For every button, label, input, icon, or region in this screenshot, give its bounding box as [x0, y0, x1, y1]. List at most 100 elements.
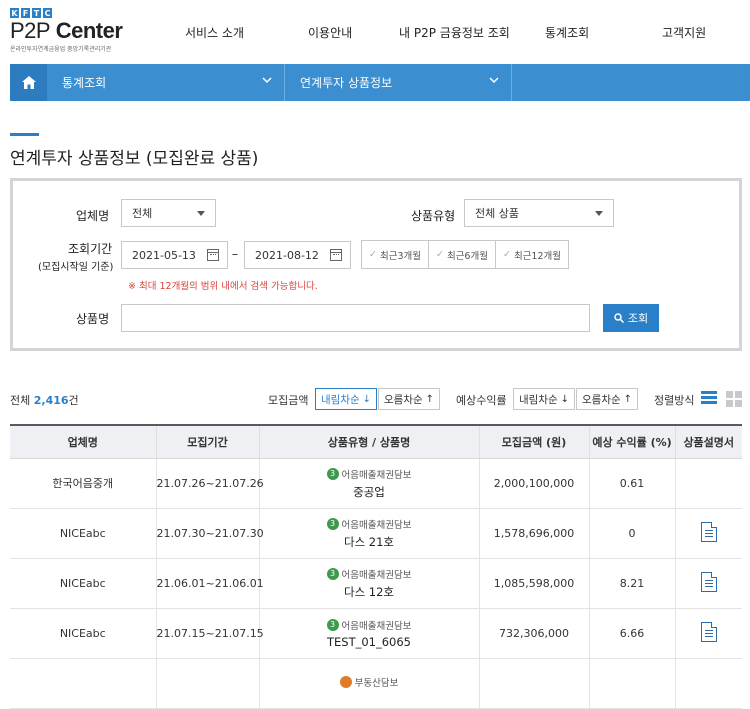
product-name[interactable]: TEST_01_6065: [260, 635, 479, 649]
type-badge-icon: [339, 675, 352, 688]
logo-subtitle: 온라인투자연계금융업 중앙기록관리기관: [10, 46, 112, 53]
search-icon: [614, 313, 624, 323]
amount-sort-asc-button[interactable]: 오름차순 ↑: [378, 388, 441, 410]
cell-period: 21.06.01~21.06.01: [155, 558, 264, 609]
cell-document: [674, 458, 742, 509]
check-icon: ✓: [502, 249, 511, 260]
nav-my-p2p-info[interactable]: 내 P2P 금융정보 조회: [399, 24, 510, 41]
cell-period: 21.07.26~21.07.26: [155, 458, 264, 509]
date-from-input[interactable]: 2021-05-13: [121, 241, 228, 269]
nav-customer-support[interactable]: 고객지원: [662, 24, 706, 41]
arrow-up-icon: ↑: [623, 393, 633, 405]
amount-sort-label: 모집금액: [268, 394, 309, 407]
table-header-row: 업체명 모집기간 상품유형 / 상품명 모집금액 (원) 예상 수익률 (%) …: [10, 424, 742, 459]
nav-statistics[interactable]: 통계조회: [545, 24, 589, 41]
company-label: 업체명: [76, 209, 110, 223]
result-toolbar: 전체 2,416건 모집금액 내림차순 ↓ 오름차순 ↑ 예상수익률 내림차순 ↓ 오…: [0, 388, 750, 412]
breadcrumb-menu-2[interactable]: 연계투자 상품정보: [285, 64, 512, 101]
company-select[interactable]: 전체: [121, 199, 216, 227]
quick-period-group: ✓ 최근3개월 ✓ 최근6개월 ✓ 최근12개월: [361, 240, 569, 269]
cell-yield: 8.21: [588, 558, 675, 609]
document-icon[interactable]: [700, 621, 717, 642]
product-name[interactable]: 다스 12호: [260, 584, 479, 600]
breadcrumb-menu-1[interactable]: 통계조회: [47, 64, 285, 101]
product-name[interactable]: 다스 21호: [260, 534, 479, 550]
cell-yield: 6.66: [588, 608, 675, 659]
cell-company: NICEabc: [10, 608, 156, 659]
cell-period: 21.07.15~21.07.15: [155, 608, 264, 659]
cell-yield: 0.61: [588, 458, 675, 509]
document-icon[interactable]: [700, 571, 717, 592]
kftc-logo-mark: KFTC: [10, 8, 52, 18]
site-header: KFTC P2P Center 온라인투자연계금융업 중앙기록관리기관 서비스 …: [0, 0, 750, 64]
cell-type-name: 3 어음매출채권담보 다스 21호: [258, 508, 479, 559]
type-number-badge: 3: [326, 618, 339, 631]
cell-period: 21.07.30~21.07.30: [155, 508, 264, 559]
quick-6-months-button[interactable]: ✓ 최근6개월: [429, 241, 496, 268]
search-button[interactable]: 조회: [603, 304, 659, 332]
period-label: 조회기간: [68, 242, 113, 256]
yield-sort-desc-button[interactable]: 내림차순 ↓: [513, 388, 576, 410]
yield-sort-label: 예상수익률: [456, 394, 507, 407]
page-title: 연계투자 상품정보 (모집완료 상품): [10, 149, 259, 169]
product-name-label: 상품명: [76, 312, 110, 326]
col-document: 상품설명서: [674, 424, 742, 459]
cell-amount: [478, 658, 589, 709]
arrow-up-icon: ↑: [425, 393, 435, 405]
list-view-icon[interactable]: [701, 391, 717, 405]
cell-amount: 2,000,100,000: [478, 458, 589, 509]
product-name[interactable]: 중공업: [260, 484, 479, 500]
date-to-input[interactable]: 2021-08-12: [244, 241, 351, 269]
cell-document: [674, 558, 742, 609]
col-period: 모집기간: [155, 424, 259, 459]
date-separator: –: [232, 247, 238, 261]
amount-sort-desc-button[interactable]: 내림차순 ↓: [315, 388, 378, 410]
cell-amount: 1,085,598,000: [478, 558, 589, 609]
type-number-badge: 3: [326, 467, 339, 480]
home-button[interactable]: [10, 64, 47, 101]
table-row[interactable]: 한국어음중개 21.07.26~21.07.26 3 어음매출채권담보 중공업 2,000…: [10, 458, 742, 509]
product-type: 3 어음매출채권담보: [260, 618, 479, 632]
cell-document: [674, 508, 742, 559]
arrow-down-icon: ↓: [560, 393, 570, 405]
product-type-label: 상품유형: [411, 209, 456, 223]
calendar-icon[interactable]: [207, 249, 219, 261]
yield-sort-asc-button[interactable]: 오름차순 ↑: [576, 388, 639, 410]
check-icon: ✓: [435, 249, 444, 260]
cell-company: NICEabc: [10, 558, 156, 609]
nav-service-intro[interactable]: 서비스 소개: [185, 24, 244, 41]
chevron-down-icon: [489, 77, 499, 84]
nav-usage-guide[interactable]: 이용안내: [308, 24, 352, 41]
product-name-input[interactable]: [121, 304, 590, 332]
table-row[interactable]: NICEabc 21.07.15~21.07.15 3 어음매출채권담보 TEST_01…: [10, 608, 742, 659]
type-number-badge: 3: [326, 567, 339, 580]
cell-type-name: 3 어음매출채권담보 다스 12호: [258, 558, 479, 609]
grid-view-icon[interactable]: [726, 391, 742, 407]
table-row[interactable]: NICEabc 21.07.30~21.07.30 3 어음매출채권담보 다스 21호 1…: [10, 508, 742, 559]
dropdown-arrow-icon: [197, 211, 205, 216]
table-row[interactable]: NICEabc 21.06.01~21.06.01 3 어음매출채권담보 다스 12호 1…: [10, 558, 742, 609]
cell-amount: 732,306,000: [478, 608, 589, 659]
col-amount: 모집금액 (원): [478, 424, 589, 459]
period-sublabel: (모집시작일 기준): [38, 262, 114, 273]
cell-type-name: 3 어음매출채권담보중공업: [258, 458, 479, 509]
home-icon: [21, 76, 36, 89]
arrow-down-icon: ↓: [362, 393, 372, 405]
document-icon[interactable]: [700, 521, 717, 542]
view-mode-label: 정렬방식: [654, 394, 695, 407]
product-type: 3 어음매출채권담보: [260, 467, 479, 481]
main-nav: 서비스 소개 이용안내 내 P2P 금융정보 조회 통계조회 고객지원: [0, 24, 750, 42]
cell-document: [674, 658, 742, 709]
product-type-select[interactable]: 전체 상품: [464, 199, 614, 227]
calendar-icon[interactable]: [330, 249, 342, 261]
col-company: 업체명: [10, 424, 156, 459]
quick-12-months-button[interactable]: ✓ 최근12개월: [496, 241, 568, 268]
product-table: 업체명 모집기간 상품유형 / 상품명 모집금액 (원) 예상 수익률 (%) …: [10, 424, 742, 709]
cell-company: NICEabc: [10, 508, 156, 559]
type-number-badge: 3: [326, 517, 339, 530]
breadcrumb-nav: 통계조회 연계투자 상품정보: [10, 64, 750, 101]
table-row[interactable]: 부동산담보: [10, 658, 742, 709]
col-type-name: 상품유형 / 상품명: [258, 424, 479, 459]
title-accent-bar: [10, 133, 39, 136]
quick-3-months-button[interactable]: ✓ 최근3개월: [362, 241, 429, 268]
